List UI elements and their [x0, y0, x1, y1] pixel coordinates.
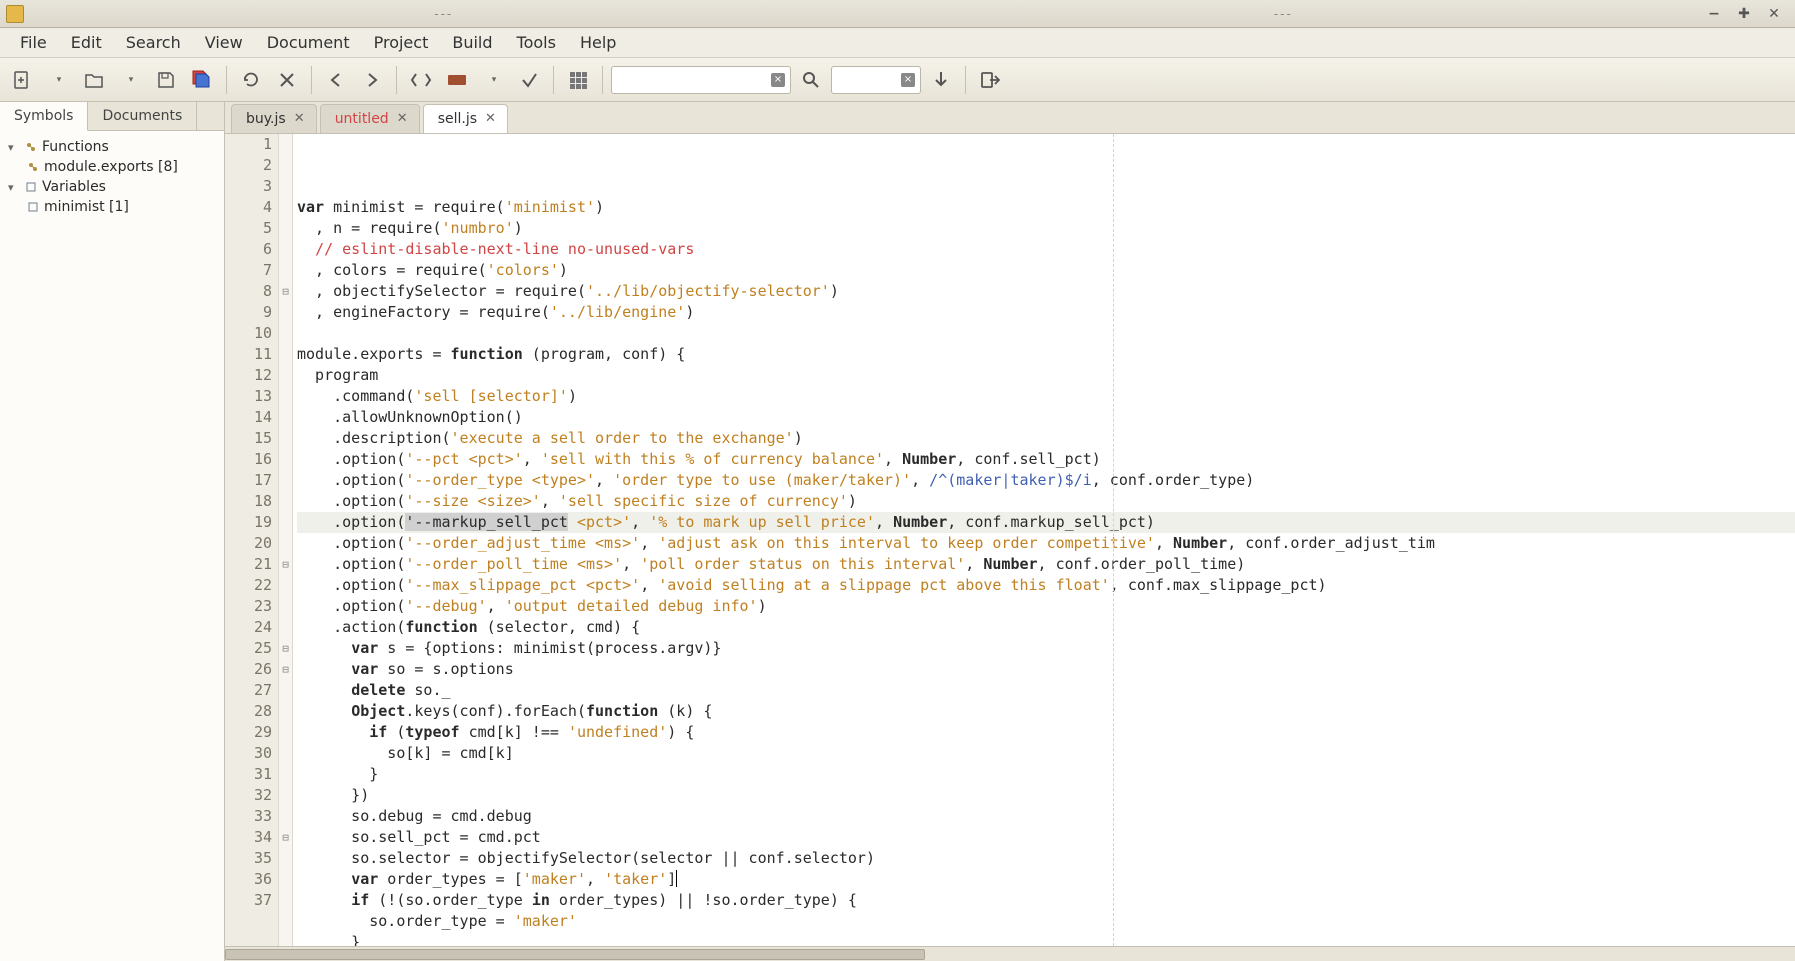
menu-view[interactable]: View [193, 29, 255, 56]
menu-help[interactable]: Help [568, 29, 628, 56]
editor-tabs: buy.js ✕ untitled ✕ sell.js ✕ [225, 102, 1795, 134]
build-icon[interactable] [441, 64, 473, 96]
tab-label: sell.js [438, 111, 477, 127]
expand-icon[interactable]: ▾ [8, 181, 20, 194]
title-dash-right: --- [864, 7, 1704, 21]
tree-label: Variables [42, 179, 106, 195]
goto-clear-icon[interactable]: × [901, 73, 915, 87]
tab-sell-js[interactable]: sell.js ✕ [423, 104, 508, 133]
sidebar-tab-documents[interactable]: Documents [88, 102, 197, 130]
close-icon[interactable]: ✕ [1763, 5, 1785, 23]
new-file-dropdown[interactable] [42, 64, 74, 96]
compile-icon[interactable] [405, 64, 437, 96]
minimize-icon[interactable]: − [1703, 5, 1725, 23]
function-icon [24, 140, 38, 154]
titlebar: --- --- − ✚ ✕ [0, 0, 1795, 28]
tab-buy-js[interactable]: buy.js ✕ [231, 104, 317, 133]
toolbar: × × [0, 58, 1795, 102]
editor-area: buy.js ✕ untitled ✕ sell.js ✕ 1234567891… [225, 102, 1795, 961]
menubar: File Edit Search View Document Project B… [0, 28, 1795, 58]
sidebar: Symbols Documents ▾ Functions module.exp… [0, 102, 225, 961]
menu-file[interactable]: File [8, 29, 59, 56]
scrollbar-thumb[interactable] [225, 949, 925, 960]
tab-close-icon[interactable]: ✕ [294, 113, 306, 125]
tree-label: Functions [42, 139, 109, 155]
fold-gutter[interactable]: ⊟⊟⊟⊟⊟ [279, 134, 293, 946]
close-file-icon[interactable] [271, 64, 303, 96]
tree-label: module.exports [8] [44, 159, 178, 175]
tree-node-minimist[interactable]: minimist [1] [4, 197, 220, 217]
tree-node-module-exports[interactable]: module.exports [8] [4, 157, 220, 177]
tab-close-icon[interactable]: ✕ [397, 113, 409, 125]
horizontal-scrollbar[interactable] [225, 946, 1795, 961]
code-content[interactable]: var minimist = require('minimist') , n =… [293, 134, 1795, 946]
save-all-icon[interactable] [186, 64, 218, 96]
tree-label: minimist [1] [44, 199, 129, 215]
line-number-gutter: 1234567891011121314151617181920212223242… [225, 134, 279, 946]
tab-label: buy.js [246, 111, 286, 127]
quit-icon[interactable] [974, 64, 1006, 96]
margin-line [1113, 134, 1114, 946]
run-icon[interactable] [513, 64, 545, 96]
expand-icon[interactable]: ▾ [8, 141, 20, 154]
menu-tools[interactable]: Tools [505, 29, 568, 56]
menu-document[interactable]: Document [255, 29, 362, 56]
function-icon [26, 160, 40, 174]
title-dash-left: --- [24, 7, 864, 21]
nav-forward-icon[interactable] [356, 64, 388, 96]
find-clear-icon[interactable]: × [771, 73, 785, 87]
tab-untitled[interactable]: untitled ✕ [320, 104, 420, 133]
variable-icon [24, 180, 38, 194]
color-chooser-icon[interactable] [562, 64, 594, 96]
find-button-icon[interactable] [795, 64, 827, 96]
menu-build[interactable]: Build [440, 29, 504, 56]
reload-icon[interactable] [235, 64, 267, 96]
nav-back-icon[interactable] [320, 64, 352, 96]
menu-edit[interactable]: Edit [59, 29, 114, 56]
build-dropdown[interactable] [477, 64, 509, 96]
tree-node-variables[interactable]: ▾ Variables [4, 177, 220, 197]
variable-icon [26, 200, 40, 214]
app-icon [6, 5, 24, 23]
save-file-icon[interactable] [150, 64, 182, 96]
find-input[interactable] [611, 66, 791, 94]
open-file-dropdown[interactable] [114, 64, 146, 96]
tab-label: untitled [335, 111, 389, 127]
tab-close-icon[interactable]: ✕ [485, 113, 497, 125]
menu-search[interactable]: Search [114, 29, 193, 56]
code-editor[interactable]: 1234567891011121314151617181920212223242… [225, 134, 1795, 946]
goto-button-icon[interactable] [925, 64, 957, 96]
maximize-icon[interactable]: ✚ [1733, 5, 1755, 23]
new-file-icon[interactable] [6, 64, 38, 96]
menu-project[interactable]: Project [362, 29, 441, 56]
tree-node-functions[interactable]: ▾ Functions [4, 137, 220, 157]
sidebar-tab-symbols[interactable]: Symbols [0, 102, 88, 131]
open-file-icon[interactable] [78, 64, 110, 96]
